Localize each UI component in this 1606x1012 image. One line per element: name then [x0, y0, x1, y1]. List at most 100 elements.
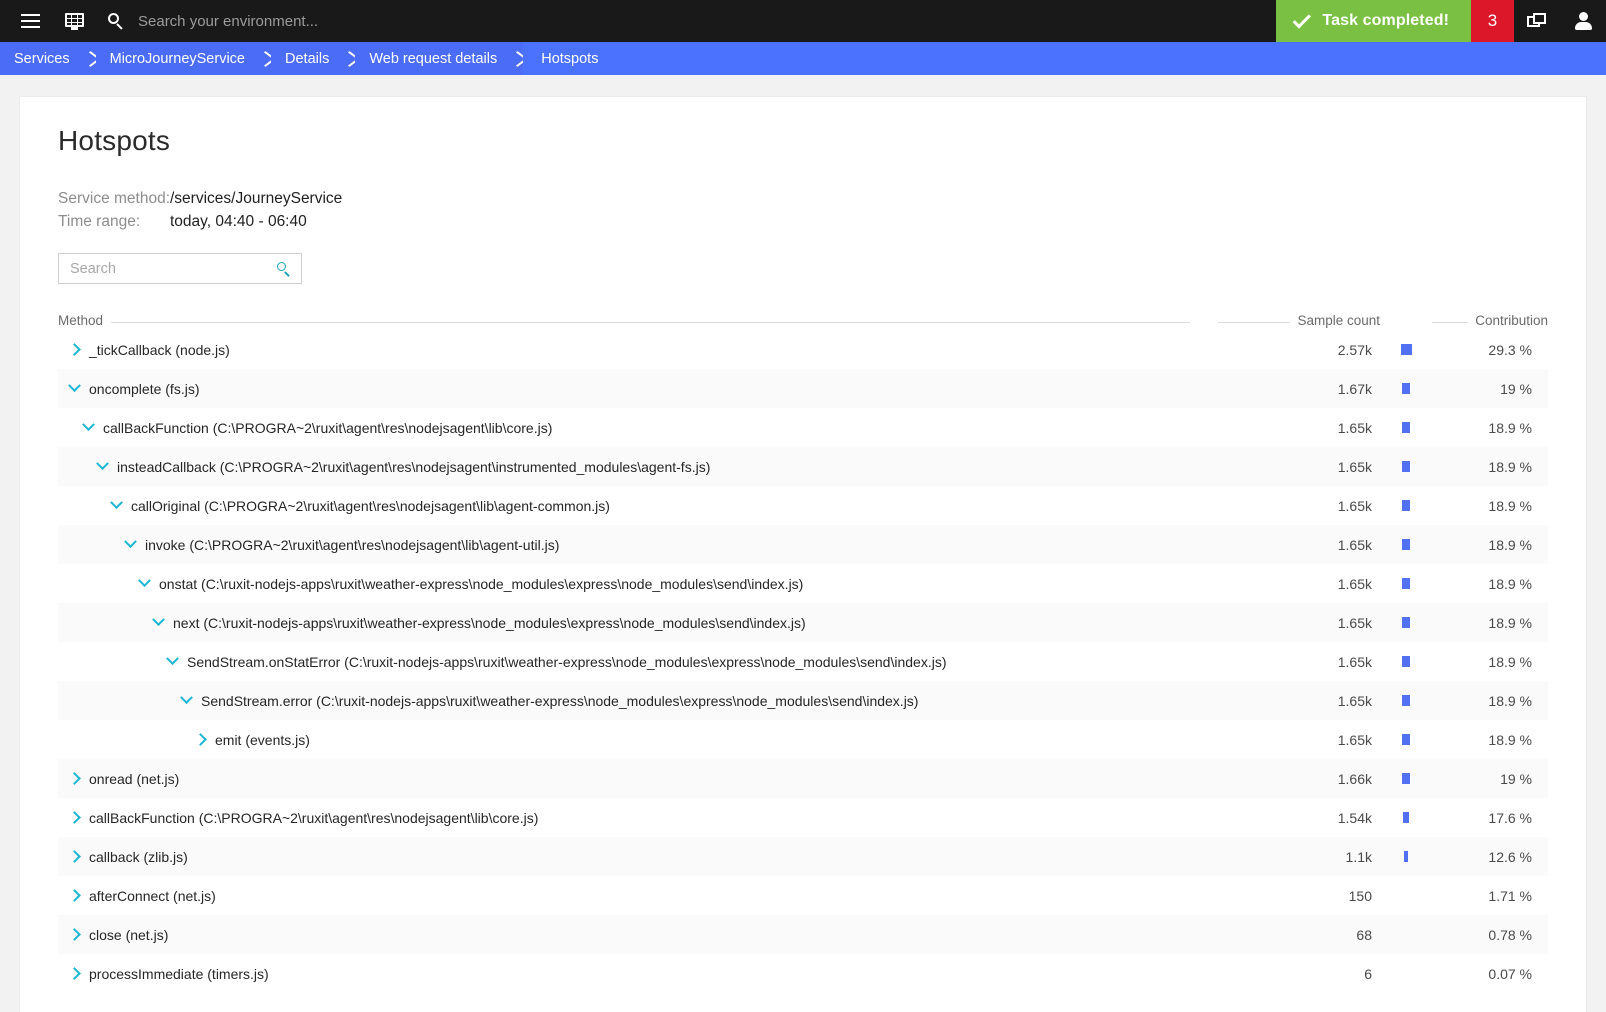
method-name: next (C:\ruxit-nodejs-apps\ruxit\weather…	[173, 614, 806, 631]
chevron-right-icon[interactable]	[68, 772, 81, 785]
method-name: callBackFunction (C:\PROGRA~2\ruxit\agen…	[89, 809, 539, 826]
notification-count-badge[interactable]: 3	[1471, 0, 1514, 42]
method-name: SendStream.error (C:\ruxit-nodejs-apps\r…	[201, 692, 919, 709]
table-row[interactable]: onstat (C:\ruxit-nodejs-apps\ruxit\weath…	[58, 564, 1548, 603]
method-cell: callback (zlib.js)	[58, 849, 1190, 865]
method-name: invoke (C:\PROGRA~2\ruxit\agent\res\node…	[145, 536, 560, 553]
time-range-label: Time range:	[58, 213, 141, 230]
table-row[interactable]: invoke (C:\PROGRA~2\ruxit\agent\res\node…	[58, 525, 1548, 564]
meta-info: Service method: /services/JourneyService…	[58, 187, 1548, 233]
windows-icon[interactable]	[1514, 0, 1560, 42]
method-name: afterConnect (net.js)	[89, 887, 216, 904]
chevron-right-icon[interactable]	[68, 343, 81, 356]
contribution-bar	[1402, 500, 1410, 511]
breadcrumb-label: Hotspots	[541, 50, 599, 67]
method-name: callOriginal (C:\PROGRA~2\ruxit\agent\re…	[131, 497, 610, 514]
contribution-cell: 0.78 %	[1488, 926, 1532, 943]
chevron-right-icon[interactable]	[194, 733, 207, 746]
contribution-cell: 17.6 %	[1488, 809, 1532, 826]
method-cell: close (net.js)	[58, 927, 1190, 943]
breadcrumb-item-details[interactable]: Details	[271, 42, 361, 75]
table-row[interactable]: processImmediate (timers.js) 6 0.07 %	[58, 954, 1548, 993]
table-row[interactable]: callBackFunction (C:\PROGRA~2\ruxit\agen…	[58, 408, 1548, 447]
table-row[interactable]: oncomplete (fs.js) 1.67k 19 %	[58, 369, 1548, 408]
contribution-cell: 12.6 %	[1488, 848, 1532, 865]
chevron-down-icon[interactable]	[96, 458, 109, 471]
service-method-value: /services/JourneyService	[170, 190, 343, 207]
method-cell: oncomplete (fs.js)	[58, 380, 1190, 397]
breadcrumb-item-hotspots[interactable]: Hotspots	[523, 42, 1606, 75]
contribution-cell: 18.9 %	[1488, 536, 1532, 553]
table-row[interactable]: SendStream.error (C:\ruxit-nodejs-apps\r…	[58, 681, 1548, 720]
table-row[interactable]: _tickCallback (node.js) 2.57k 29.3 %	[58, 330, 1548, 369]
method-name: callBackFunction (C:\PROGRA~2\ruxit\agen…	[103, 419, 553, 436]
chevron-right-icon[interactable]	[68, 928, 81, 941]
global-search-input[interactable]	[138, 12, 558, 30]
sample-count-cell: 1.54k	[1337, 809, 1372, 826]
chevron-down-icon[interactable]	[166, 653, 179, 666]
table-row[interactable]: callBackFunction (C:\PROGRA~2\ruxit\agen…	[58, 798, 1548, 837]
table-row[interactable]: emit (events.js) 1.65k 18.9 %	[58, 720, 1548, 759]
table-row[interactable]: afterConnect (net.js) 150 1.71 %	[58, 876, 1548, 915]
chevron-down-icon[interactable]	[110, 497, 123, 510]
column-header-sample-count[interactable]: Sample count	[1190, 313, 1380, 328]
chevron-down-icon[interactable]	[152, 614, 165, 627]
hamburger-menu-icon[interactable]	[8, 0, 52, 42]
sample-count-cell: 1.65k	[1337, 692, 1372, 709]
table-row[interactable]: callback (zlib.js) 1.1k 12.6 %	[58, 837, 1548, 876]
sample-count-cell: 6	[1364, 965, 1372, 982]
table-row[interactable]: close (net.js) 68 0.78 %	[58, 915, 1548, 954]
method-cell: callBackFunction (C:\PROGRA~2\ruxit\agen…	[58, 419, 1190, 436]
task-completed-banner: Task completed!	[1276, 0, 1471, 42]
chevron-down-icon[interactable]	[124, 536, 137, 549]
sample-count-cell: 1.65k	[1337, 419, 1372, 436]
filter-search-input[interactable]	[59, 260, 301, 277]
dashboard-icon[interactable]	[52, 0, 96, 42]
contribution-bar	[1400, 344, 1412, 355]
contribution-bar-cell	[1380, 851, 1432, 862]
breadcrumb-item-web-request-details[interactable]: Web request details	[355, 42, 529, 75]
chevron-right-icon[interactable]	[68, 889, 81, 902]
contribution-bar-cell	[1380, 695, 1432, 706]
breadcrumb-label: Web request details	[369, 50, 498, 67]
header-rule	[1218, 322, 1291, 323]
method-cell: SendStream.error (C:\ruxit-nodejs-apps\r…	[58, 692, 1190, 709]
contribution-bar-cell	[1380, 539, 1432, 550]
method-name: oncomplete (fs.js)	[89, 380, 200, 397]
method-name: callback (zlib.js)	[89, 848, 188, 865]
chevron-down-icon[interactable]	[68, 380, 81, 393]
search-icon[interactable]	[277, 262, 291, 277]
chevron-down-icon[interactable]	[180, 692, 193, 705]
table-row[interactable]: callOriginal (C:\PROGRA~2\ruxit\agent\re…	[58, 486, 1548, 525]
contribution-bar-cell	[1380, 461, 1432, 472]
chevron-down-icon[interactable]	[138, 575, 151, 588]
breadcrumb-item-microjourneyservice[interactable]: MicroJourneyService	[95, 42, 276, 75]
column-header-contribution[interactable]: Contribution	[1432, 313, 1548, 328]
column-header-method[interactable]: Method	[58, 313, 1190, 328]
method-name: close (net.js)	[89, 926, 169, 943]
global-search[interactable]	[96, 0, 1276, 42]
sample-count-cell: 1.65k	[1337, 731, 1372, 748]
contribution-bar	[1403, 851, 1409, 862]
service-method-label: Service method:	[58, 190, 170, 207]
header-rule	[111, 322, 1190, 323]
method-cell: afterConnect (net.js)	[58, 888, 1190, 904]
chevron-right-icon[interactable]	[68, 967, 81, 980]
breadcrumb-item-services[interactable]: Services	[0, 42, 101, 75]
method-cell: processImmediate (timers.js)	[58, 966, 1190, 982]
sample-count-cell: 1.66k	[1337, 770, 1372, 787]
table-row[interactable]: onread (net.js) 1.66k 19 %	[58, 759, 1548, 798]
filter-search-box[interactable]	[58, 253, 302, 284]
table-row[interactable]: next (C:\ruxit-nodejs-apps\ruxit\weather…	[58, 603, 1548, 642]
contribution-bar-cell	[1380, 617, 1432, 628]
table-row[interactable]: SendStream.onStatError (C:\ruxit-nodejs-…	[58, 642, 1548, 681]
search-icon	[108, 13, 124, 30]
chevron-down-icon[interactable]	[82, 419, 95, 432]
chevron-right-icon[interactable]	[68, 811, 81, 824]
method-cell: insteadCallback (C:\PROGRA~2\ruxit\agent…	[58, 458, 1190, 475]
table-row[interactable]: insteadCallback (C:\PROGRA~2\ruxit\agent…	[58, 447, 1548, 486]
method-cell: _tickCallback (node.js)	[58, 342, 1190, 358]
sample-count-cell: 150	[1348, 887, 1372, 904]
user-avatar-icon[interactable]	[1560, 0, 1606, 42]
chevron-right-icon[interactable]	[68, 850, 81, 863]
